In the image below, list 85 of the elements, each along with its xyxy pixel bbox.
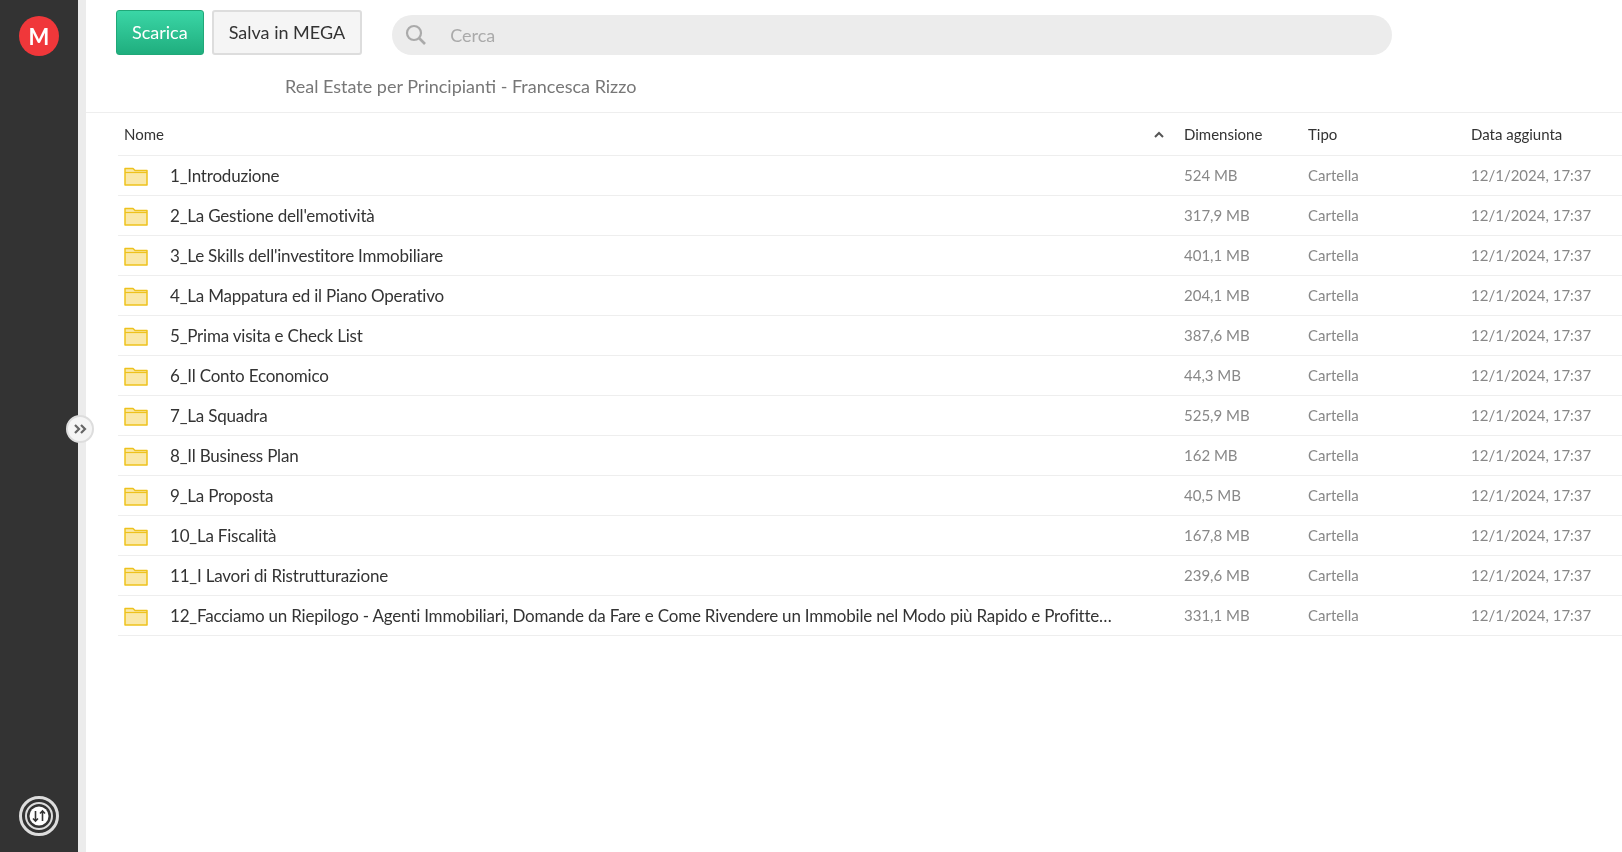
sort-caret-icon[interactable]	[1154, 130, 1164, 138]
folder-icon	[124, 165, 148, 186]
folder-name: 12_Facciamo un Riepilogo - Agenti Immobiliari, Domande da Fare e Come Rivendere un Immobile nel Modo più Rapido e Profitte…	[170, 603, 1112, 628]
expand-sidebar-button[interactable]	[66, 415, 94, 443]
date-cell-text: 12/1/2024, 17:37	[1471, 165, 1592, 187]
folder-name: 3_Le Skills dell'investitore Immobiliare	[170, 243, 444, 268]
size-cell-text: 239,6 MB	[1184, 565, 1250, 587]
folder-row[interactable]: 6_Il Conto Economico 44,3 MB Cartella 12/1/2024, 17:37	[118, 356, 1622, 396]
date-cell-text: 12/1/2024, 17:37	[1471, 285, 1592, 307]
type-cell-text: Cartella	[1308, 205, 1359, 227]
column-header[interactable]: Nome	[124, 122, 164, 146]
type-cell-text: Cartella	[1308, 405, 1359, 427]
type-cell-text: Cartella	[1308, 525, 1359, 547]
date-cell-text: 12/1/2024, 17:37	[1471, 485, 1592, 507]
date-cell-text: 12/1/2024, 17:37	[1471, 605, 1592, 627]
search-field[interactable]: Cerca	[450, 21, 1393, 49]
folder-name: 6_Il Conto Economico	[170, 363, 329, 388]
size-cell-text: 317,9 MB	[1184, 205, 1250, 227]
folder-row[interactable]: 12_Facciamo un Riepilogo - Agenti Immobiliari, Domande da Fare e Come Rivendere un Immobile nel Modo più Rapido e Profitte… 331,1 MB Cartella 12/1/2024, 17:37	[118, 596, 1622, 636]
folder-name: 5_Prima visita e Check List	[170, 323, 363, 348]
double-chevron-icon	[73, 424, 87, 434]
type-cell-text: Cartella	[1308, 605, 1359, 627]
type-cell-text: Cartella	[1308, 245, 1359, 267]
folder-icon	[124, 245, 148, 266]
date-cell-text: 12/1/2024, 17:37	[1471, 525, 1592, 547]
size-cell-text: 524 MB	[1184, 165, 1238, 187]
folder-title: Real Estate per Principianti - Francesca Rizzo	[285, 74, 638, 99]
folder-name: 2_La Gestione dell'emotività	[170, 203, 375, 228]
type-cell-text: Cartella	[1308, 365, 1359, 387]
type-cell-text: Cartella	[1308, 325, 1359, 347]
folder-icon	[124, 565, 148, 586]
folder-row[interactable]: 4_La Mappatura ed il Piano Operativo 204,1 MB Cartella 12/1/2024, 17:37	[118, 276, 1622, 316]
folder-row[interactable]: 10_La Fiscalità 167,8 MB Cartella 12/1/2024, 17:37	[118, 516, 1622, 556]
type-cell-text: Cartella	[1308, 165, 1359, 187]
date-cell-text: 12/1/2024, 17:37	[1471, 245, 1592, 267]
column-header[interactable]: Data aggiunta	[1471, 122, 1563, 146]
folder-name: 9_La Proposta	[170, 483, 274, 508]
folder-icon	[124, 485, 148, 506]
size-cell-text: 525,9 MB	[1184, 405, 1250, 427]
folder-icon	[124, 405, 148, 426]
date-cell-text: 12/1/2024, 17:37	[1471, 405, 1592, 427]
type-cell-text: Cartella	[1308, 285, 1359, 307]
date-cell-text: 12/1/2024, 17:37	[1471, 565, 1592, 587]
type-cell-text: Cartella	[1308, 485, 1359, 507]
search-bar[interactable]: Cerca	[392, 15, 1393, 55]
folder-name: 4_La Mappatura ed il Piano Operativo	[170, 283, 444, 308]
folder-name: 8_Il Business Plan	[170, 443, 299, 468]
date-cell-text: 12/1/2024, 17:37	[1471, 205, 1592, 227]
size-cell-text: 167,8 MB	[1184, 525, 1250, 547]
folder-icon	[124, 525, 148, 546]
date-cell-text: 12/1/2024, 17:37	[1471, 445, 1592, 467]
size-cell-text: 331,1 MB	[1184, 605, 1250, 627]
folder-row[interactable]: 2_La Gestione dell'emotività 317,9 MB Cartella 12/1/2024, 17:37	[118, 196, 1622, 236]
folder-row[interactable]: 11_I Lavori di Ristrutturazione 239,6 MB Cartella 12/1/2024, 17:37	[118, 556, 1622, 596]
folder-icon	[124, 325, 148, 346]
folder-name: 10_La Fiscalità	[170, 523, 277, 548]
folder-name: 1_Introduzione	[170, 163, 280, 188]
date-cell-text: 12/1/2024, 17:37	[1471, 365, 1592, 387]
folder-row[interactable]: 3_Le Skills dell'investitore Immobiliare 401,1 MB Cartella 12/1/2024, 17:37	[118, 236, 1622, 276]
type-cell-text: Cartella	[1308, 445, 1359, 467]
transfer-icon[interactable]	[19, 796, 59, 836]
folder-name: 11_I Lavori di Ristrutturazione	[170, 563, 388, 588]
folder-row[interactable]: 7_La Squadra 525,9 MB Cartella 12/1/2024, 17:37	[118, 396, 1622, 436]
save-button[interactable]: Salva in MEGA	[211, 10, 363, 55]
folder-icon	[124, 285, 148, 306]
size-cell-text: 44,3 MB	[1184, 365, 1241, 387]
folder-row[interactable]: 5_Prima visita e Check List 387,6 MB Cartella 12/1/2024, 17:37	[118, 316, 1622, 356]
folder-row[interactable]: 9_La Proposta 40,5 MB Cartella 12/1/2024, 17:37	[118, 476, 1622, 516]
folder-icon	[124, 605, 148, 626]
size-cell-text: 40,5 MB	[1184, 485, 1241, 507]
date-cell-text: 12/1/2024, 17:37	[1471, 325, 1592, 347]
folder-name: 7_La Squadra	[170, 403, 268, 428]
folder-row[interactable]: 1_Introduzione 524 MB Cartella 12/1/2024, 17:37	[118, 156, 1622, 196]
column-header[interactable]: Dimensione	[1184, 122, 1263, 146]
size-cell-text: 387,6 MB	[1184, 325, 1250, 347]
folder-row[interactable]: 8_Il Business Plan 162 MB Cartella 12/1/2024, 17:37	[118, 436, 1622, 476]
app-logo[interactable]: M	[19, 16, 59, 56]
column-header[interactable]: Tipo	[1308, 122, 1338, 146]
type-cell-text: Cartella	[1308, 565, 1359, 587]
size-cell-text: 401,1 MB	[1184, 245, 1250, 267]
size-cell-text: 204,1 MB	[1184, 285, 1250, 307]
folder-icon	[124, 365, 148, 386]
size-cell-text: 162 MB	[1184, 445, 1238, 467]
folder-icon	[124, 445, 148, 466]
folder-icon	[124, 205, 148, 226]
